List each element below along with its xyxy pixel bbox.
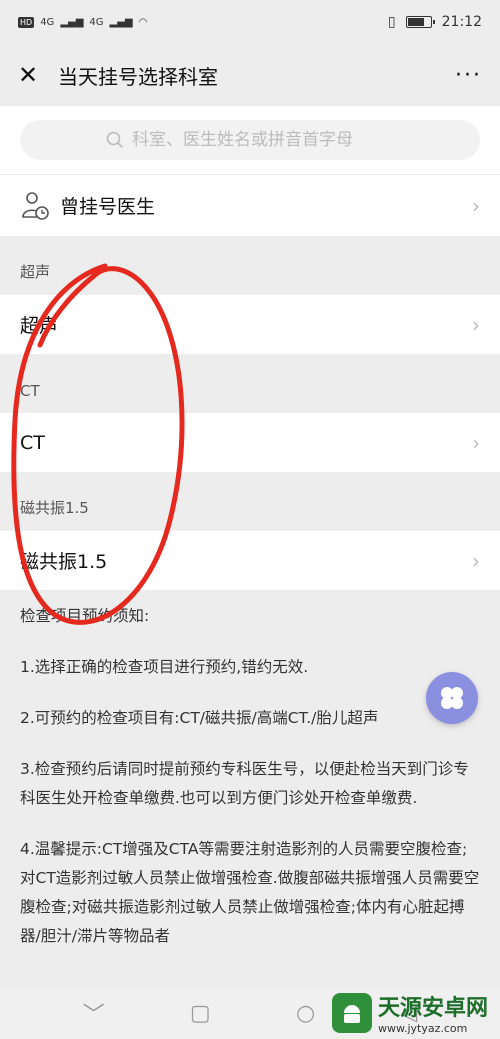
- search-box[interactable]: [20, 120, 480, 160]
- dept-label: 磁共振1.5: [20, 551, 108, 573]
- signal-icon: ▂▄▆: [109, 16, 133, 28]
- history-doctor-label: 曾挂号医生: [60, 196, 156, 218]
- watermark: 天源安卓网 www.jytyaz.com: [331, 990, 488, 1035]
- doctor-history-icon: [22, 191, 49, 220]
- notice-block: 检查项目预约须知: 1.选择正确的检查项目进行预约,错约无效. 2.可预约的检查…: [0, 590, 500, 985]
- title-bar: ✕ 当天挂号选择科室 ···: [0, 44, 500, 106]
- watermark-text: 天源安卓网 www.jytyaz.com: [378, 990, 488, 1035]
- search-bar: [0, 106, 500, 174]
- watermark-name: 天源安卓网: [377, 996, 488, 1021]
- chevron-right-icon: ›: [472, 430, 480, 455]
- dept-label: CT: [20, 431, 45, 454]
- wifi-icon: ◠: [138, 16, 148, 28]
- battery-icon: [405, 16, 435, 28]
- more-button[interactable]: ···: [455, 63, 482, 88]
- signal-icon: ▂▄▆: [60, 16, 84, 28]
- clover-icon: [441, 687, 463, 709]
- android-logo-icon: [331, 992, 372, 1033]
- hd-badge: HD: [18, 16, 35, 28]
- section-title-ultrasound: 超声: [20, 263, 51, 281]
- history-doctor-row[interactable]: 曾挂号医生 ›: [0, 174, 500, 236]
- floating-menu-button[interactable]: [426, 672, 478, 724]
- search-icon: [106, 131, 124, 149]
- signal-4g-2: 4G: [89, 16, 104, 28]
- section-title-ct: CT: [20, 382, 40, 400]
- chevron-right-icon: ›: [472, 548, 480, 573]
- status-right: ▯ 21:12: [388, 14, 482, 30]
- recent-apps-icon[interactable]: ▢: [190, 1001, 211, 1026]
- status-bar: HD 4G ▂▄▆ 4G ▂▄▆ ◠ ▯ 21:12: [0, 0, 500, 44]
- home-icon[interactable]: ○: [296, 1001, 315, 1026]
- section-title-mri: 磁共振1.5: [20, 499, 89, 517]
- vibrate-icon: ▯: [387, 14, 396, 30]
- dept-row-ct[interactable]: CT ›: [0, 412, 500, 472]
- clock: 21:12: [441, 14, 482, 30]
- status-left: HD 4G ▂▄▆ 4G ▂▄▆ ◠: [18, 16, 148, 28]
- watermark-url: www.jytyaz.com: [377, 1022, 468, 1035]
- close-icon[interactable]: ✕: [18, 63, 42, 87]
- chevron-right-icon: ›: [472, 312, 480, 337]
- notice-item-3: 3.检查预约后请同时提前预约专科医生号，以便赴检当天到门诊专科医生处开检查单缴费…: [20, 760, 469, 807]
- dept-row-ultrasound[interactable]: 超声 ›: [0, 294, 500, 354]
- chevron-right-icon: ›: [472, 193, 480, 218]
- notice-item-2: 2.可预约的检查项目有:CT/磁共振/高端CT./胎儿超声: [20, 709, 379, 727]
- dept-label: 超声: [20, 315, 59, 337]
- notice-item-4: 4.温馨提示:CT增强及CTA等需要注射造影剂的人员需要空腹检查;对CT造影剂过…: [20, 840, 480, 945]
- page-title: 当天挂号选择科室: [58, 64, 218, 89]
- notice-heading: 检查项目预约须知:: [20, 607, 150, 625]
- search-input[interactable]: [130, 129, 394, 151]
- notice-item-1: 1.选择正确的检查项目进行预约,错约无效.: [20, 658, 309, 676]
- signal-4g-1: 4G: [40, 16, 55, 28]
- dept-row-mri[interactable]: 磁共振1.5 ›: [0, 530, 500, 590]
- back-chevron-icon[interactable]: ﹀: [83, 997, 105, 1029]
